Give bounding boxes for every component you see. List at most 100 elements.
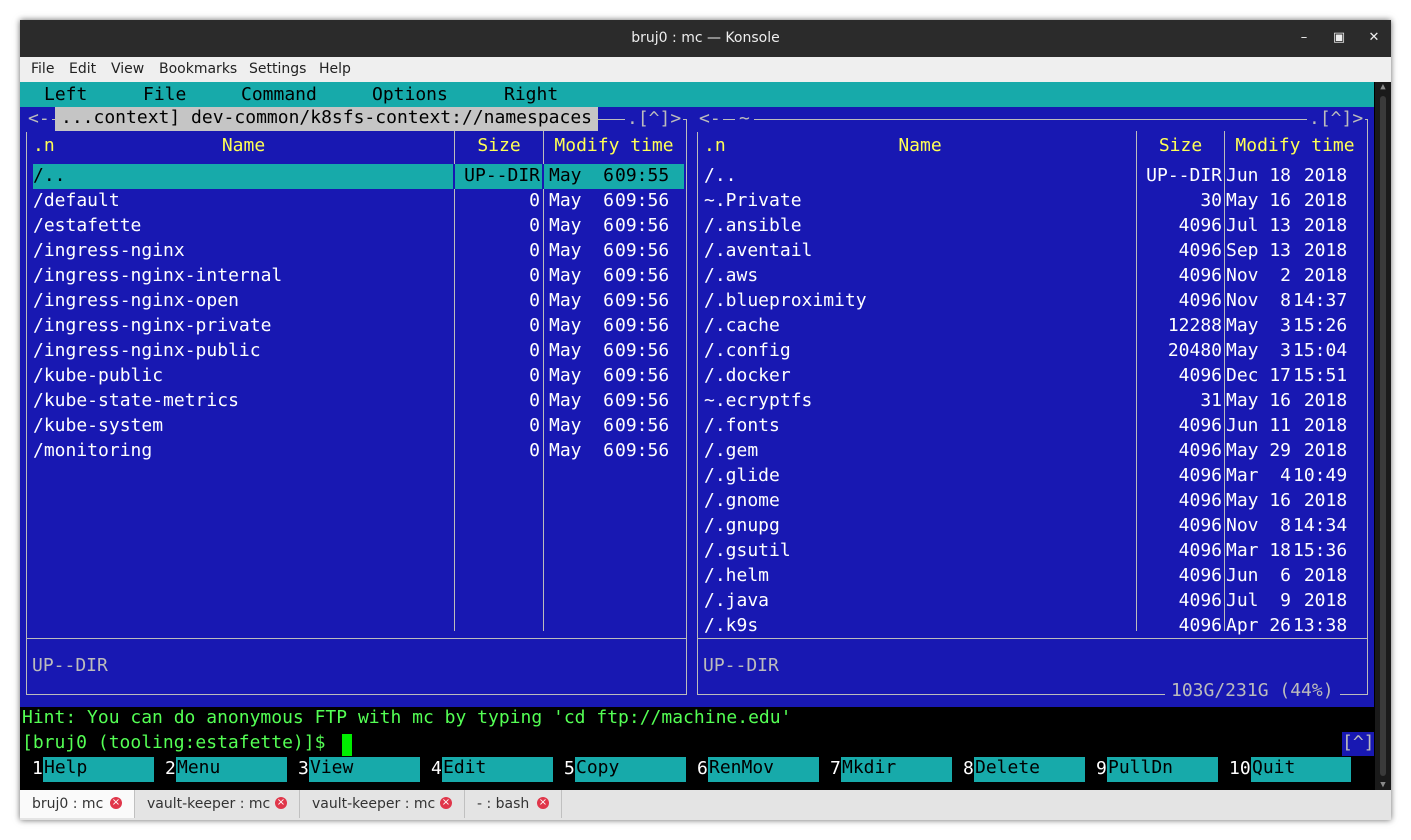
fkey-edit[interactable]: 4 Edit	[431, 757, 553, 782]
file-row[interactable]: /.gnome 4096 May 16 2018	[704, 489, 1365, 514]
mc-menu-right[interactable]: Right	[504, 84, 558, 105]
right-col-modify[interactable]: Modify time	[1225, 135, 1365, 156]
left-nav-hist[interactable]: .[^]>	[625, 108, 684, 132]
file-row[interactable]: /.cache 12288 May 3 15:26	[704, 314, 1365, 339]
file-date: May 3	[1226, 340, 1292, 361]
file-row[interactable]: /.config 20480 May 3 15:04	[704, 339, 1365, 364]
terminal[interactable]: Left File Command Options Right <- ...co…	[20, 82, 1391, 790]
history-button[interactable]: [^]	[1342, 732, 1375, 756]
file-row[interactable]: /.aventail 4096 Sep 13 2018	[704, 239, 1365, 264]
file-row[interactable]: /.glide 4096 Mar 4 10:49	[704, 464, 1365, 489]
file-size: 0	[529, 340, 540, 361]
file-size: UP--DIR	[1146, 165, 1222, 186]
file-row[interactable]: ~.Private 30 May 16 2018	[704, 189, 1365, 214]
file-row[interactable]: /.docker 4096 Dec 17 15:51	[704, 364, 1365, 389]
menu-edit[interactable]: Edit	[69, 61, 96, 77]
left-col-modify[interactable]: Modify time	[544, 135, 684, 156]
right-nav-hist[interactable]: .[^]>	[1307, 108, 1366, 132]
fkey-copy[interactable]: 5 Copy	[564, 757, 686, 782]
menu-settings[interactable]: Settings	[249, 61, 306, 77]
file-row[interactable]: /estafette 0 May 6 09:56	[33, 214, 684, 239]
file-size: 20480	[1167, 340, 1222, 361]
left-path[interactable]: ...context] dev-common/k8sfs-context://n…	[55, 107, 599, 131]
fkey-pulldn[interactable]: 9 PullDn	[1096, 757, 1218, 782]
text-cursor[interactable]	[342, 734, 352, 756]
fkey-renmov[interactable]: 6 RenMov	[697, 757, 819, 782]
fkey-delete[interactable]: 8 Delete	[963, 757, 1085, 782]
mc-menu-command[interactable]: Command	[241, 84, 317, 105]
maximize-icon[interactable]: ▣	[1329, 28, 1349, 48]
fkey-menu[interactable]: 2 Menu	[165, 757, 287, 782]
file-row[interactable]: /.helm 4096 Jun 6 2018	[704, 564, 1365, 589]
file-row[interactable]: /monitoring 0 May 6 09:56	[33, 439, 684, 464]
file-row[interactable]: /.aws 4096 Nov 2 2018	[704, 264, 1365, 289]
file-date: Jul 13	[1226, 215, 1292, 236]
file-row[interactable]: /ingress-nginx 0 May 6 09:56	[33, 239, 684, 264]
file-row[interactable]: /ingress-nginx-internal 0 May 6 09:56	[33, 264, 684, 289]
file-row[interactable]: /ingress-nginx-open 0 May 6 09:56	[33, 289, 684, 314]
file-row[interactable]: /.k9s 4096 Apr 26 13:38	[704, 614, 1365, 639]
right-nav-back[interactable]: <-	[697, 108, 723, 132]
tab-0[interactable]: bruj0 : mc ×	[20, 790, 135, 818]
tab-3[interactable]: - : bash ×	[465, 790, 562, 818]
file-row[interactable]: /ingress-nginx-public 0 May 6 09:56	[33, 339, 684, 364]
file-row[interactable]: /kube-system 0 May 6 09:56	[33, 414, 684, 439]
menu-bookmarks[interactable]: Bookmarks	[159, 61, 237, 77]
file-name: /estafette	[33, 215, 142, 236]
file-row[interactable]: /ingress-nginx-private 0 May 6 09:56	[33, 314, 684, 339]
file-row[interactable]: /.fonts 4096 Jun 11 2018	[704, 414, 1365, 439]
tab-close-icon[interactable]: ×	[537, 797, 549, 809]
close-icon[interactable]: ✕	[1364, 28, 1384, 48]
fkey-number: 8	[963, 758, 974, 779]
tab-1[interactable]: vault-keeper : mc ×	[135, 790, 300, 818]
file-row[interactable]: /.gem 4096 May 29 2018	[704, 439, 1365, 464]
file-time: 15:04	[1293, 340, 1348, 361]
file-row[interactable]: /.blueproximity 4096 Nov 8 14:37	[704, 289, 1365, 314]
file-row[interactable]: /.. UP--DIR Jun 18 2018	[704, 164, 1365, 189]
file-time: 09:56	[615, 365, 670, 386]
file-date: May 6	[549, 240, 615, 261]
file-row[interactable]: /.java 4096 Jul 9 2018	[704, 589, 1365, 614]
scrollbar[interactable]: ▲ ▼	[1375, 82, 1391, 790]
fkey-quit[interactable]: 10 Quit	[1229, 757, 1351, 782]
mc-menu-options[interactable]: Options	[372, 84, 448, 105]
file-row[interactable]: ~.ecryptfs 31 May 16 2018	[704, 389, 1365, 414]
scroll-up-icon[interactable]: ▲	[1377, 82, 1389, 92]
menu-file[interactable]: File	[31, 61, 54, 77]
minimize-icon[interactable]: –	[1294, 28, 1314, 48]
tab-close-icon[interactable]: ×	[275, 797, 287, 809]
right-col-size[interactable]: Size	[1137, 135, 1224, 156]
right-col-name[interactable]: Name	[704, 135, 1136, 156]
file-row[interactable]: /kube-state-metrics 0 May 6 09:56	[33, 389, 684, 414]
right-panel[interactable]: <- ~ .[^]> .n Name Size Modify time /.. U…	[695, 107, 1374, 707]
left-panel[interactable]: <- ...context] dev-common/k8sfs-context:…	[20, 107, 690, 707]
tab-2[interactable]: vault-keeper : mc ×	[300, 790, 465, 818]
right-path[interactable]: ~	[735, 108, 754, 132]
file-row[interactable]: /default 0 May 6 09:56	[33, 189, 684, 214]
file-row[interactable]: /.gnupg 4096 Nov 8 14:34	[704, 514, 1365, 539]
file-row[interactable]: /.ansible 4096 Jul 13 2018	[704, 214, 1365, 239]
row-separator	[453, 164, 455, 189]
scroll-thumb[interactable]	[1380, 96, 1386, 776]
fkey-mkdir[interactable]: 7 Mkdir	[830, 757, 952, 782]
fkey-help[interactable]: 1 Help	[32, 757, 154, 782]
file-date: May 6	[549, 265, 615, 286]
tab-close-icon[interactable]: ×	[440, 797, 452, 809]
left-nav-back[interactable]: <-	[26, 108, 52, 132]
left-col-name[interactable]: Name	[33, 135, 454, 156]
menu-view[interactable]: View	[111, 61, 144, 77]
file-row[interactable]: /.. UP--DIR May 6 09:55	[33, 164, 684, 189]
scroll-down-icon[interactable]: ▼	[1377, 780, 1389, 790]
mc-menu-left[interactable]: Left	[44, 84, 87, 105]
file-row[interactable]: /.gsutil 4096 Mar 18 15:36	[704, 539, 1365, 564]
fkey-number: 1	[32, 758, 43, 779]
tab-close-icon[interactable]: ×	[110, 797, 122, 809]
fkey-number: 9	[1096, 758, 1107, 779]
fkey-view[interactable]: 3 View	[298, 757, 420, 782]
menu-help[interactable]: Help	[319, 61, 351, 77]
file-time: 2018	[1293, 190, 1348, 211]
mc-menu-file[interactable]: File	[143, 84, 186, 105]
file-row[interactable]: /kube-public 0 May 6 09:56	[33, 364, 684, 389]
file-time: 09:56	[615, 290, 670, 311]
left-col-size[interactable]: Size	[455, 135, 543, 156]
